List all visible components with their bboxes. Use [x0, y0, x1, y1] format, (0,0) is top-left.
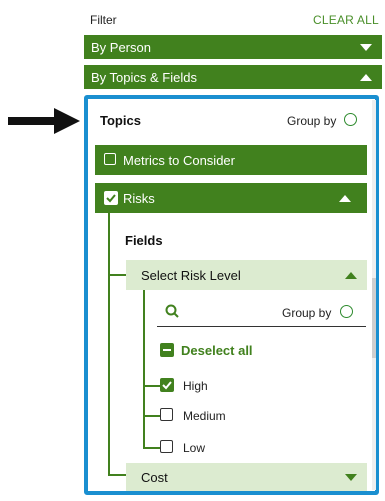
pointer-arrow-icon — [8, 108, 80, 134]
tree-line — [108, 213, 110, 475]
risk-level-group-by-label: Group by — [282, 306, 332, 320]
section-by-person-label: By Person — [91, 40, 151, 55]
scrollbar-thumb[interactable] — [372, 278, 376, 358]
topic-risks[interactable]: Risks — [95, 183, 367, 213]
minus-icon[interactable] — [160, 343, 174, 357]
section-by-topics-fields-label: By Topics & Fields — [91, 70, 197, 85]
tree-connector — [143, 385, 160, 387]
topics-group-by-label: Group by — [287, 114, 337, 128]
field-select-risk-level[interactable]: Select Risk Level — [126, 260, 367, 290]
option-medium-label: Medium — [183, 409, 226, 423]
search-icon[interactable] — [165, 304, 179, 318]
topic-label: Metrics to Consider — [123, 153, 235, 168]
caret-down-icon — [360, 44, 372, 51]
caret-up-icon — [345, 272, 357, 279]
tree-connector — [143, 447, 160, 449]
field-label: Select Risk Level — [141, 268, 241, 283]
topic-metrics-to-consider[interactable]: Metrics to Consider — [95, 145, 367, 175]
clear-all-button[interactable]: CLEAR ALL — [313, 13, 379, 27]
checkbox-empty-icon[interactable] — [160, 408, 173, 421]
tree-line — [143, 290, 145, 448]
tree-connector — [108, 474, 126, 476]
section-by-topics-fields[interactable]: By Topics & Fields — [84, 65, 382, 89]
checkbox-checked-icon[interactable] — [160, 378, 174, 392]
risk-level-group-by-radio[interactable] — [340, 305, 353, 318]
field-label: Cost — [141, 470, 168, 485]
topics-group-by-radio[interactable] — [344, 113, 357, 126]
caret-up-icon — [339, 195, 351, 202]
topics-title: Topics — [100, 113, 141, 128]
tree-connector — [143, 415, 160, 417]
risk-level-search-input[interactable] — [184, 302, 278, 322]
section-by-person[interactable]: By Person — [84, 35, 382, 59]
option-low-label: Low — [183, 441, 206, 455]
caret-down-icon — [345, 474, 357, 481]
field-cost[interactable]: Cost — [126, 463, 367, 491]
checkbox-checked-icon[interactable] — [104, 191, 118, 205]
filter-title: Filter — [90, 13, 117, 27]
caret-up-icon — [360, 74, 372, 81]
fields-title: Fields — [125, 233, 163, 248]
option-high-label: High — [183, 379, 208, 393]
search-underline — [157, 326, 366, 327]
deselect-all-button[interactable]: Deselect all — [181, 343, 253, 358]
checkbox-empty-icon[interactable] — [104, 153, 116, 165]
tree-connector — [108, 274, 126, 276]
topic-label: Risks — [123, 191, 155, 206]
checkbox-empty-icon[interactable] — [160, 440, 173, 453]
